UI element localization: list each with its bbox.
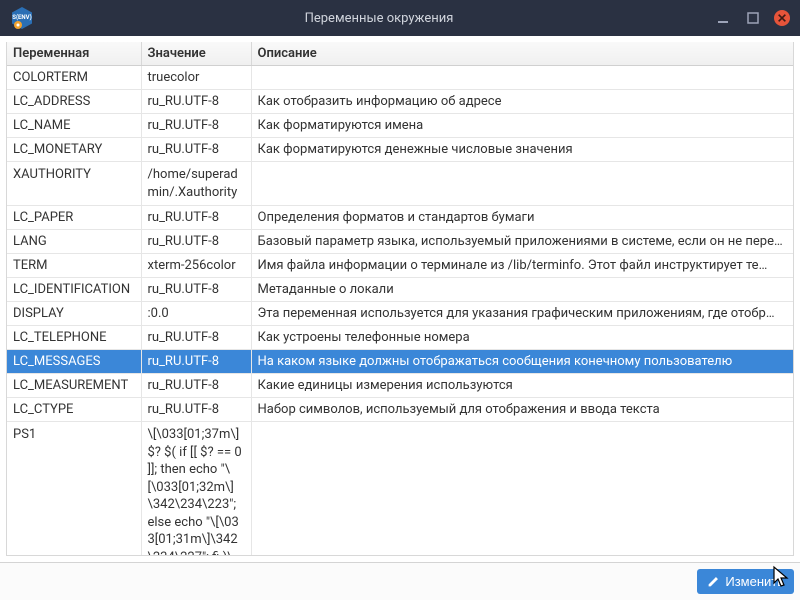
cell-value: ru_RU.UTF-8 xyxy=(141,230,251,254)
cell-value: ru_RU.UTF-8 xyxy=(141,398,251,422)
content-area: Переменная Значение Описание COLORTERMtr… xyxy=(6,42,794,556)
cell-value: \[\033[01;37m\]$? $( if [[ $? == 0 ]]; t… xyxy=(141,422,251,555)
cell-value: truecolor xyxy=(141,66,251,90)
table-scroll[interactable]: Переменная Значение Описание COLORTERMtr… xyxy=(7,42,793,555)
cell-variable: LC_IDENTIFICATION xyxy=(7,278,141,302)
table-row[interactable]: LC_MESSAGESru_RU.UTF-8На каком языке дол… xyxy=(7,350,793,374)
pencil-icon xyxy=(707,575,720,588)
cell-description: Базовый параметр языка, используемый при… xyxy=(251,230,793,254)
cell-variable: LANG xyxy=(7,230,141,254)
table-row[interactable]: TERMxterm-256colorИмя файла информации о… xyxy=(7,254,793,278)
cell-variable: DISPLAY xyxy=(7,302,141,326)
cell-variable: PS1 xyxy=(7,422,141,555)
app-icon: S(ENV) xyxy=(10,6,34,30)
table-row[interactable]: XAUTHORITY/home/superadmin/.Xauthority xyxy=(7,162,793,206)
header-description[interactable]: Описание xyxy=(251,42,793,66)
table-row[interactable]: LC_TELEPHONEru_RU.UTF-8Как устроены теле… xyxy=(7,326,793,350)
table-row[interactable]: LANGru_RU.UTF-8Базовый параметр языка, и… xyxy=(7,230,793,254)
cell-variable: COLORTERM xyxy=(7,66,141,90)
cell-value: ru_RU.UTF-8 xyxy=(141,278,251,302)
cell-description: Имя файла информации о терминале из /lib… xyxy=(251,254,793,278)
cell-value: ru_RU.UTF-8 xyxy=(141,326,251,350)
cell-description: Как устроены телефонные номера xyxy=(251,326,793,350)
cell-value: xterm-256color xyxy=(141,254,251,278)
window-controls xyxy=(714,9,790,27)
cell-description: Как форматируются денежные числовые знач… xyxy=(251,138,793,162)
edit-button[interactable]: Изменить xyxy=(697,569,794,594)
cell-description: Определения форматов и стандартов бумаги xyxy=(251,206,793,230)
table-row[interactable]: DISPLAY:0.0Эта переменная используется д… xyxy=(7,302,793,326)
cell-value: ru_RU.UTF-8 xyxy=(141,374,251,398)
cell-description: Эта переменная используется для указания… xyxy=(251,302,793,326)
env-table: Переменная Значение Описание COLORTERMtr… xyxy=(7,42,793,555)
maximize-button[interactable] xyxy=(744,9,762,27)
cell-variable: LC_ADDRESS xyxy=(7,90,141,114)
cell-description: На каком языке должны отображаться сообщ… xyxy=(251,350,793,374)
cell-variable: LC_CTYPE xyxy=(7,398,141,422)
cell-value: ru_RU.UTF-8 xyxy=(141,206,251,230)
cell-value: ru_RU.UTF-8 xyxy=(141,350,251,374)
header-variable[interactable]: Переменная xyxy=(7,42,141,66)
table-row[interactable]: PS1\[\033[01;37m\]$? $( if [[ $? == 0 ]]… xyxy=(7,422,793,555)
cell-value: ru_RU.UTF-8 xyxy=(141,138,251,162)
titlebar: S(ENV) Переменные окружения xyxy=(0,0,800,36)
window-title: Переменные окружения xyxy=(44,11,714,26)
table-header-row: Переменная Значение Описание xyxy=(7,42,793,66)
cell-description: Как отобразить информацию об адресе xyxy=(251,90,793,114)
table-row[interactable]: LC_ADDRESSru_RU.UTF-8Как отобразить инфо… xyxy=(7,90,793,114)
cell-variable: TERM xyxy=(7,254,141,278)
minimize-button[interactable] xyxy=(714,9,732,27)
cell-variable: LC_PAPER xyxy=(7,206,141,230)
cell-description: Набор символов, используемый для отображ… xyxy=(251,398,793,422)
table-row[interactable]: LC_CTYPEru_RU.UTF-8Набор символов, испол… xyxy=(7,398,793,422)
cell-variable: LC_MONETARY xyxy=(7,138,141,162)
table-row[interactable]: COLORTERMtruecolor xyxy=(7,66,793,90)
footer-bar: Изменить xyxy=(0,562,800,600)
table-row[interactable]: LC_MEASUREMENTru_RU.UTF-8Какие единицы и… xyxy=(7,374,793,398)
cell-description: Метаданные о локали xyxy=(251,278,793,302)
cell-variable: LC_NAME xyxy=(7,114,141,138)
cell-description: Какие единицы измерения используются xyxy=(251,374,793,398)
table-row[interactable]: LC_IDENTIFICATIONru_RU.UTF-8Метаданные о… xyxy=(7,278,793,302)
close-button[interactable] xyxy=(774,10,790,26)
cell-description xyxy=(251,66,793,90)
edit-button-label: Изменить xyxy=(725,574,784,589)
cell-description xyxy=(251,162,793,206)
cell-value: :0.0 xyxy=(141,302,251,326)
cell-variable: XAUTHORITY xyxy=(7,162,141,206)
table-row[interactable]: LC_MONETARYru_RU.UTF-8Как форматируются … xyxy=(7,138,793,162)
cell-value: /home/superadmin/.Xauthority xyxy=(141,162,251,206)
table-row[interactable]: LC_PAPERru_RU.UTF-8Определения форматов … xyxy=(7,206,793,230)
cell-description xyxy=(251,422,793,555)
cell-description: Как форматируются имена xyxy=(251,114,793,138)
cell-value: ru_RU.UTF-8 xyxy=(141,114,251,138)
header-value[interactable]: Значение xyxy=(141,42,251,66)
cell-variable: LC_MESSAGES xyxy=(7,350,141,374)
table-row[interactable]: LC_NAMEru_RU.UTF-8Как форматируются имен… xyxy=(7,114,793,138)
cell-variable: LC_MEASUREMENT xyxy=(7,374,141,398)
svg-text:S(ENV): S(ENV) xyxy=(12,14,32,21)
cell-variable: LC_TELEPHONE xyxy=(7,326,141,350)
cell-value: ru_RU.UTF-8 xyxy=(141,90,251,114)
